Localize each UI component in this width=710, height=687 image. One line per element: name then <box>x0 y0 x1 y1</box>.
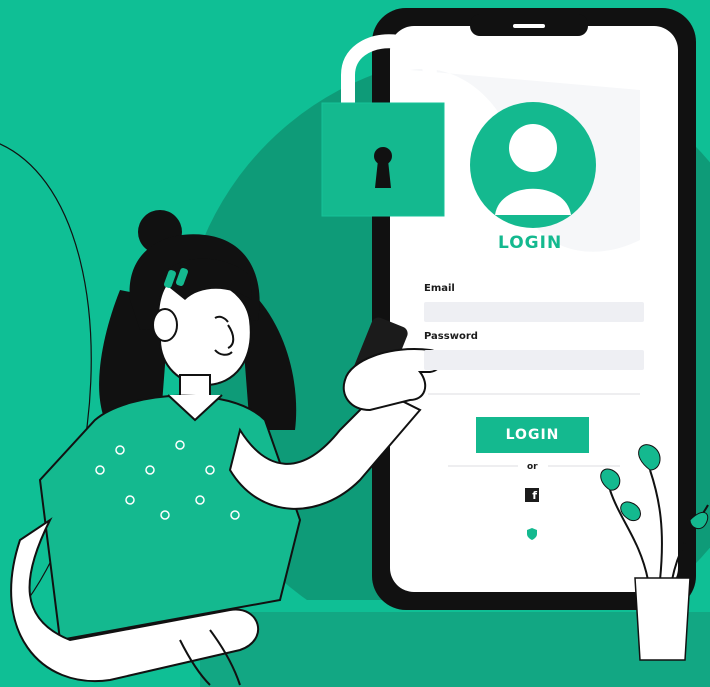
login-title: LOGIN <box>498 233 563 253</box>
facebook-icon[interactable]: f <box>525 488 539 502</box>
email-field[interactable] <box>424 302 644 322</box>
login-button[interactable]: LOGIN <box>476 417 589 453</box>
illustration: LOGIN Email Password LOGIN or f <box>0 0 710 687</box>
table-shadow <box>200 612 710 687</box>
password-label: Password <box>424 331 478 342</box>
scene-svg <box>0 0 710 687</box>
user-avatar-icon <box>470 102 596 228</box>
or-divider-text: or <box>527 462 538 472</box>
phone-speaker <box>513 24 545 28</box>
password-field[interactable] <box>424 350 644 370</box>
email-label: Email <box>424 283 455 294</box>
shield-icon[interactable] <box>526 528 538 540</box>
